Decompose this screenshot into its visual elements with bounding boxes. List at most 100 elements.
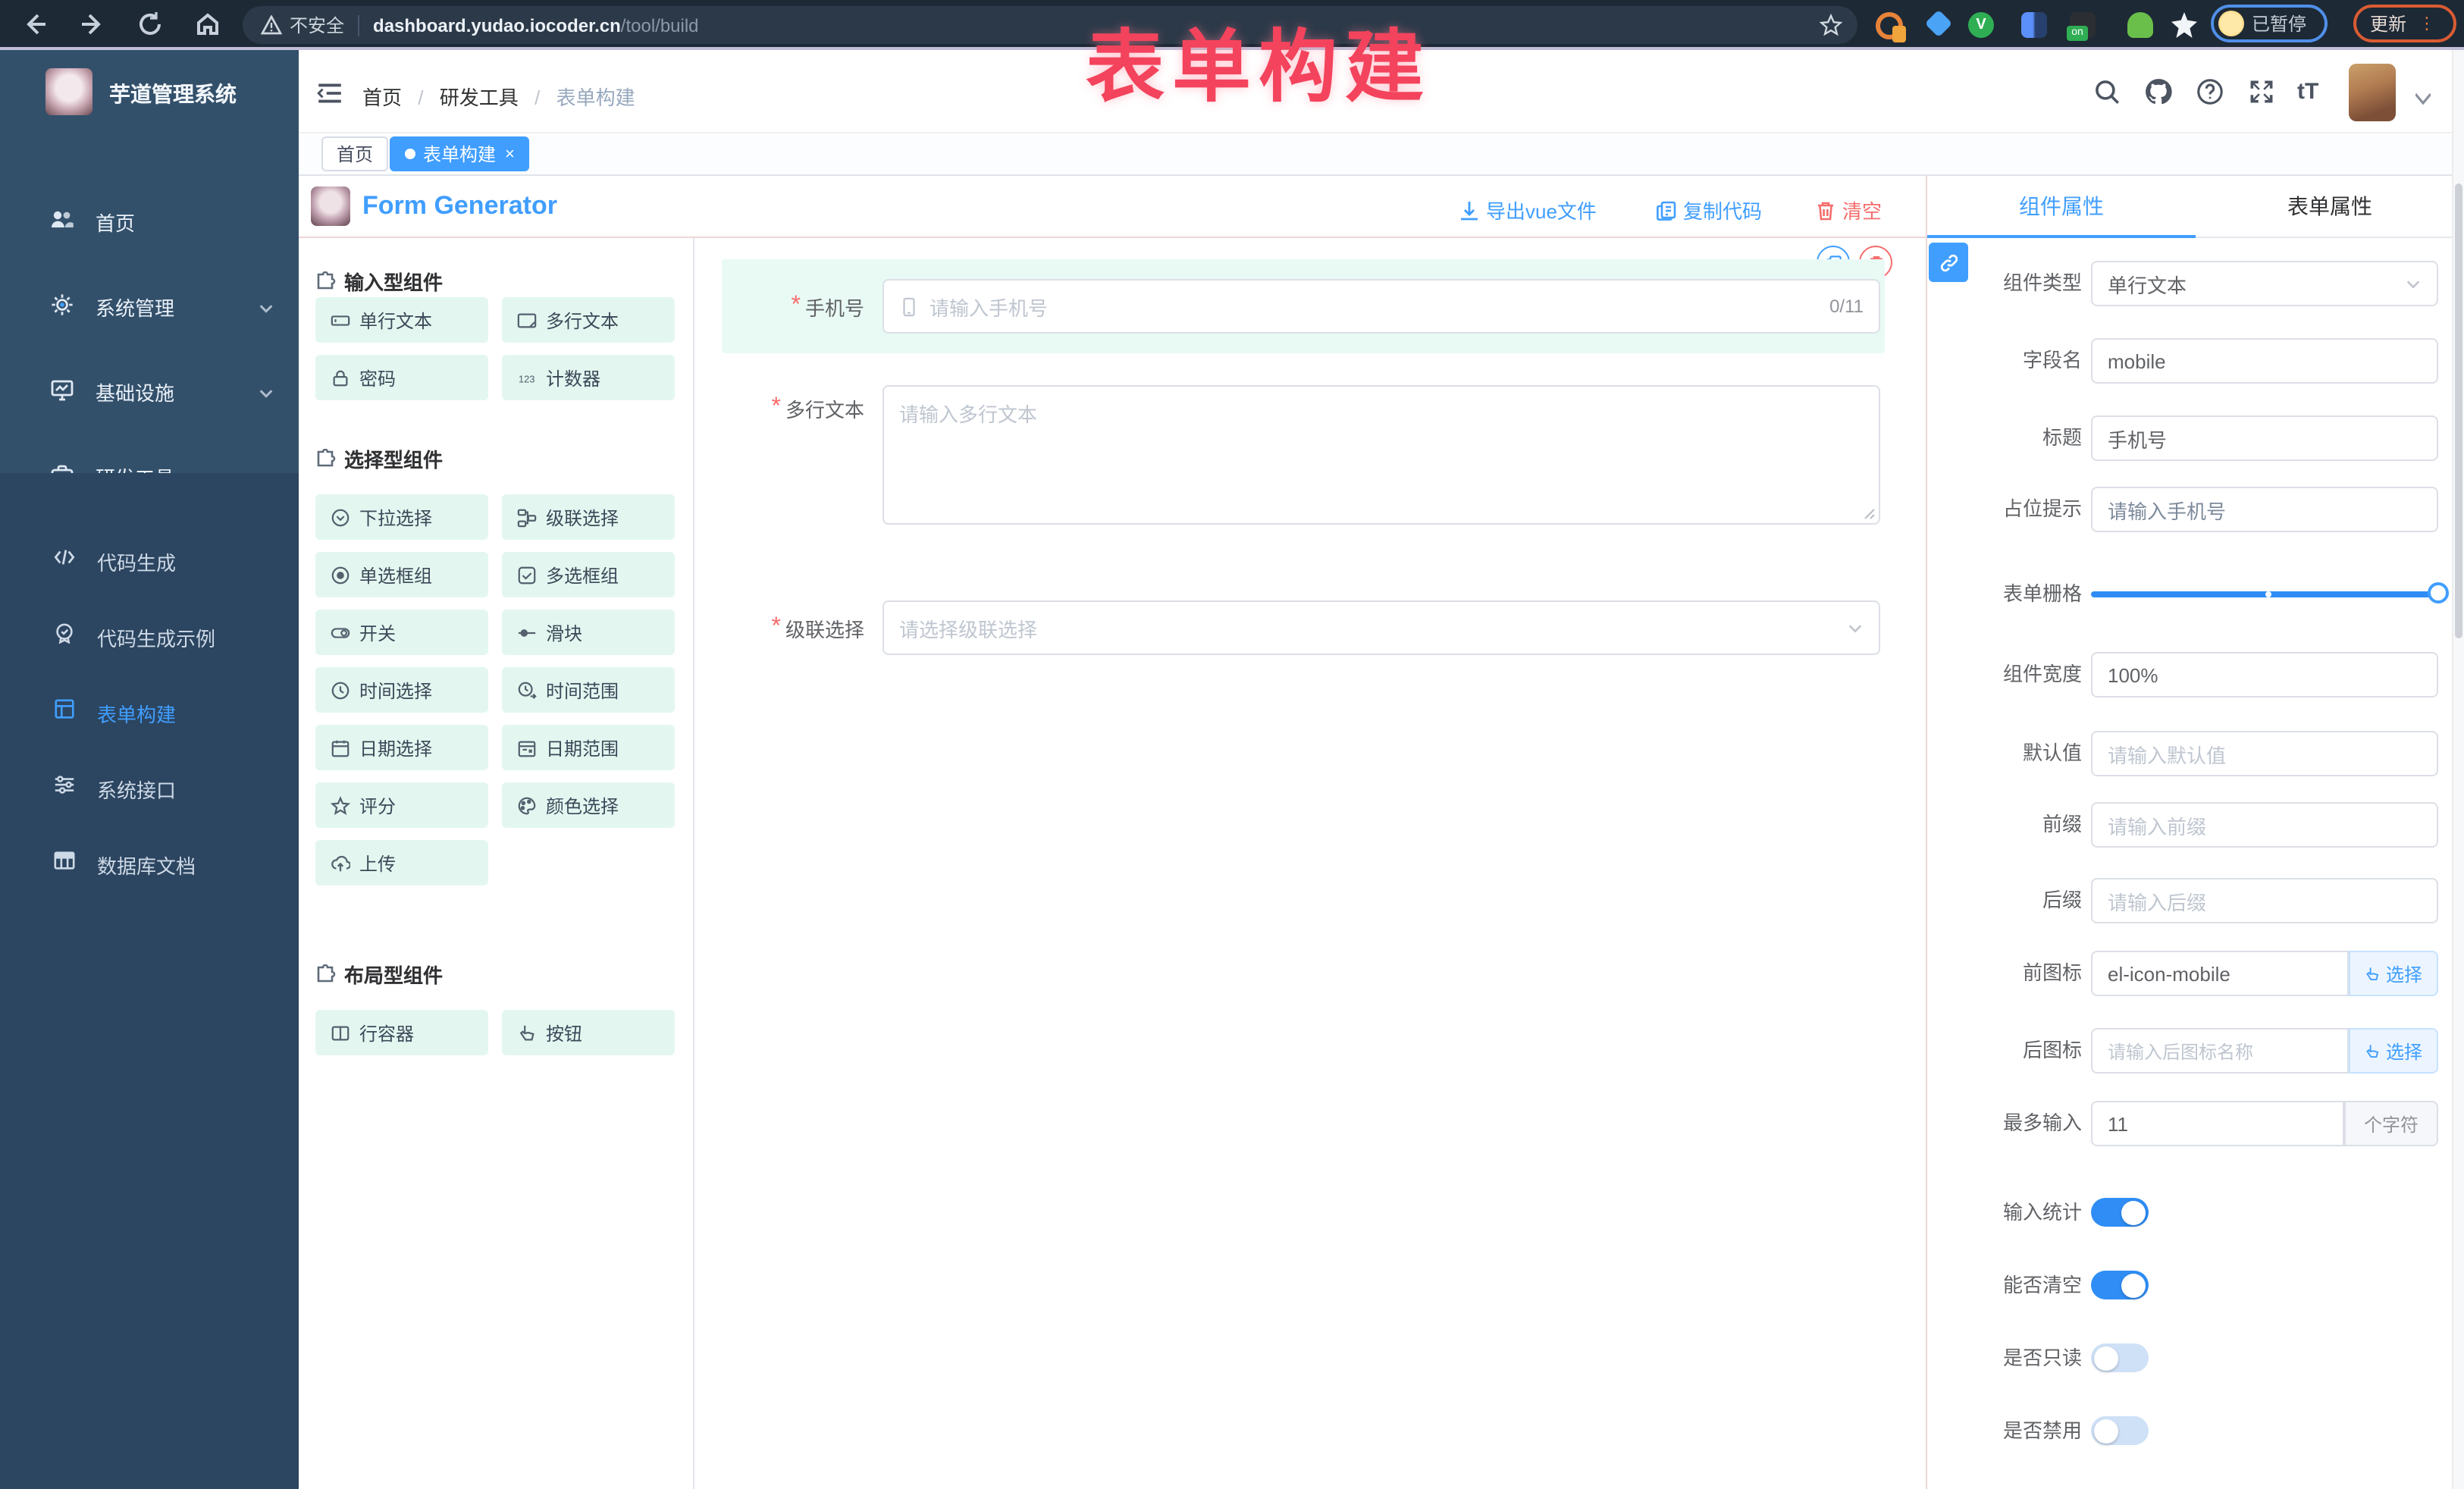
clear-button[interactable]: 清空 (1815, 196, 1882, 224)
user-avatar[interactable] (2349, 64, 2396, 121)
tab-form-props[interactable]: 表单属性 (2196, 176, 2464, 238)
palette-item-label: 按钮 (546, 1020, 582, 1045)
clearable-toggle[interactable] (2091, 1271, 2149, 1299)
sidebar-collapse-icon[interactable] (315, 79, 344, 108)
browser-reload-icon[interactable] (136, 11, 164, 38)
app-logo-image (45, 68, 92, 115)
palette-item-single-text[interactable]: 单行文本 (315, 297, 488, 343)
tab-close-icon[interactable]: × (505, 145, 515, 163)
palette-item-label: 日期范围 (546, 735, 619, 760)
extension-icon[interactable] (2171, 12, 2197, 38)
front-icon-input[interactable]: el-icon-mobile (2091, 951, 2349, 996)
select-icon (331, 507, 350, 527)
browser-home-icon[interactable] (194, 11, 221, 38)
readonly-toggle[interactable] (2091, 1343, 2149, 1372)
resize-handle-icon[interactable] (1864, 508, 1876, 520)
palette-item-slider[interactable]: 滑块 (502, 610, 675, 655)
window-scrollbar[interactable] (2452, 50, 2464, 1489)
browser-menu-dots-icon[interactable]: ⋮ (2419, 14, 2435, 33)
palette-section-layout: 布局型组件 (315, 960, 443, 989)
export-vue-button[interactable]: 导出vue文件 (1459, 196, 1597, 224)
prop-label: 后缀 (1942, 878, 2082, 923)
breadcrumb-home[interactable]: 首页 (362, 86, 402, 109)
palette-item-textarea[interactable]: 多行文本 (502, 297, 675, 343)
sidebar-item-system-api[interactable]: 系统接口 (0, 748, 299, 823)
view-tab-home[interactable]: 首页 (321, 136, 388, 171)
search-icon[interactable] (2093, 77, 2121, 106)
view-tab-form-builder[interactable]: 表单构建 × (390, 136, 530, 171)
palette-item-counter[interactable]: 123 计数器 (502, 355, 675, 400)
cascader-input[interactable]: 请选择级联选择 (882, 600, 1880, 655)
sidebar-item-infra[interactable]: 基础设施 (0, 347, 299, 432)
input-placeholder: 请选择级联选择 (899, 613, 1847, 642)
extension-icon[interactable] (1925, 10, 1953, 38)
back-icon-input[interactable]: 请输入后图标名称 (2091, 1028, 2349, 1074)
chrome-update-button[interactable]: 更新 ⋮ (2353, 5, 2456, 42)
github-icon[interactable] (2144, 77, 2173, 106)
palette-item-row-container[interactable]: 行容器 (315, 1010, 488, 1055)
palette-item-button[interactable]: 按钮 (502, 1010, 675, 1055)
palette-item-cascader[interactable]: 级联选择 (502, 494, 675, 540)
prefix-input[interactable]: 请输入前缀 (2091, 802, 2438, 848)
extension-icon[interactable] (2021, 12, 2047, 38)
avatar-caret-icon[interactable] (2415, 92, 2431, 105)
copy-code-button[interactable]: 复制代码 (1656, 196, 1762, 224)
font-size-icon[interactable]: tT (2297, 79, 2318, 105)
tab-component-props[interactable]: 组件属性 (1927, 176, 2196, 238)
palette-item-upload[interactable]: 上传 (315, 840, 488, 886)
palette-item-select[interactable]: 下拉选择 (315, 494, 488, 540)
sidebar-item-home[interactable]: 首页 (0, 177, 299, 262)
input-stats-toggle[interactable] (2091, 1198, 2149, 1227)
palette-item-date-picker[interactable]: 日期选择 (315, 725, 488, 770)
back-icon-select-button[interactable]: 选择 (2349, 1028, 2438, 1074)
bookmark-star-icon[interactable] (1820, 14, 1842, 36)
palette-item-radio-group[interactable]: 单选框组 (315, 552, 488, 597)
sidebar-item-code-gen[interactable]: 代码生成 (0, 520, 299, 596)
component-width-input[interactable]: 100% (2091, 652, 2438, 697)
textarea-input[interactable]: 请输入多行文本 (882, 385, 1880, 525)
extension-icon[interactable]: V (1968, 12, 1994, 38)
component-type-select[interactable]: 单行文本 (2091, 261, 2438, 306)
palette-item-checkbox-group[interactable]: 多选框组 (502, 552, 675, 597)
title-input[interactable]: 手机号 (2091, 415, 2438, 461)
input-placeholder: 请输入手机号 (929, 292, 1048, 321)
palette-item-date-range[interactable]: 日期范围 (502, 725, 675, 770)
fullscreen-icon[interactable] (2247, 77, 2276, 106)
default-value-input[interactable]: 请输入默认值 (2091, 731, 2438, 776)
sidebar-item-db-doc[interactable]: 数据库文档 (0, 823, 299, 899)
palette-item-time-range[interactable]: 时间范围 (502, 667, 675, 713)
palette-item-time-picker[interactable]: 时间选择 (315, 667, 488, 713)
number-icon: 123 (517, 368, 537, 387)
browser-forward-icon[interactable] (79, 11, 106, 38)
disabled-toggle[interactable] (2091, 1416, 2149, 1445)
suffix-input[interactable]: 请输入后缀 (2091, 878, 2438, 923)
slider-handle[interactable] (2428, 582, 2449, 603)
help-icon[interactable] (2196, 77, 2224, 106)
sidebar-item-form-builder[interactable]: 表单构建 (0, 672, 299, 748)
placeholder-input[interactable]: 请输入手机号 (2091, 487, 2438, 532)
profile-paused-badge[interactable]: 已暂停 (2211, 5, 2328, 42)
canvas-field-mobile[interactable]: * 手机号 请输入手机号 0/11 (722, 259, 1885, 353)
scrollbar-thumb[interactable] (2455, 183, 2462, 638)
sidebar-item-code-gen-demo[interactable]: 代码生成示例 (0, 596, 299, 672)
app-title: 芋道管理系统 (109, 79, 237, 109)
form-grid-slider[interactable] (2091, 591, 2438, 597)
address-bar[interactable]: 不安全 dashboard.yudao.iocoder.cn /tool/bui… (243, 6, 1857, 44)
palette-item-password[interactable]: 密码 (315, 355, 488, 400)
sidebar-item-system[interactable]: 系统管理 (0, 262, 299, 347)
mobile-input[interactable]: 请输入手机号 0/11 (882, 279, 1880, 334)
monitor-icon (50, 378, 74, 402)
front-icon-select-button[interactable]: 选择 (2349, 951, 2438, 996)
sidebar-logo-row[interactable]: 芋道管理系统 (0, 50, 299, 133)
field-name-input[interactable]: mobile (2091, 338, 2438, 384)
palette-item-rate[interactable]: 评分 (315, 782, 488, 828)
browser-back-icon[interactable] (21, 11, 49, 38)
slider-stop-dot (2265, 591, 2271, 597)
palette-icon (517, 795, 537, 815)
extension-icon[interactable] (2127, 12, 2153, 38)
breadcrumb-devtools[interactable]: 研发工具 (440, 86, 519, 109)
palette-item-switch[interactable]: 开关 (315, 610, 488, 655)
max-input-field[interactable]: 11 (2091, 1101, 2344, 1146)
palette-item-color-picker[interactable]: 颜色选择 (502, 782, 675, 828)
input-value: 请输入手机号 (2108, 495, 2422, 524)
